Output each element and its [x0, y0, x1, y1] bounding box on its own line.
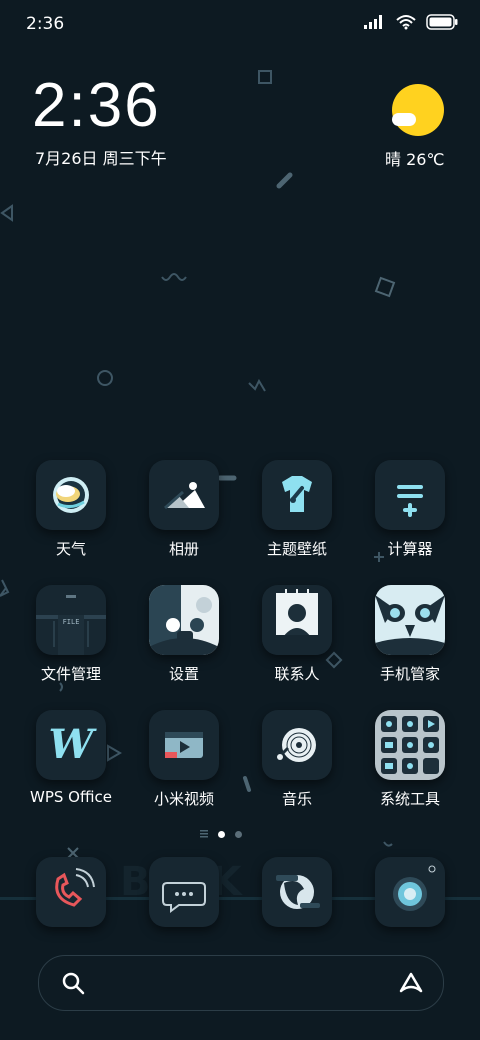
- status-time: 2:36: [26, 14, 65, 34]
- app-system-tools[interactable]: 系统工具: [355, 710, 465, 809]
- app-label-file-manager: 文件管理: [40, 665, 101, 683]
- signal-icon: [364, 15, 382, 29]
- app-label-wps: WPS Office: [30, 788, 112, 806]
- app-music[interactable]: 音乐: [242, 710, 352, 809]
- weather-app-icon: [36, 460, 106, 530]
- app-label-security: 手机管家: [379, 665, 440, 683]
- settings-app-icon: [149, 585, 219, 655]
- app-calculator[interactable]: 计算器: [355, 460, 465, 559]
- calculator-app-icon: [375, 460, 445, 530]
- dock-phone[interactable]: [36, 857, 106, 927]
- dock-browser[interactable]: [262, 857, 332, 927]
- page-dot[interactable]: [235, 830, 242, 838]
- security-app-icon: [375, 585, 445, 655]
- app-mi-video[interactable]: 小米视频: [129, 710, 239, 809]
- themes-app-icon: [262, 460, 332, 530]
- wifi-icon: [396, 15, 416, 30]
- clock-widget-time[interactable]: 2:36: [32, 70, 161, 141]
- app-label-gallery: 相册: [168, 540, 199, 558]
- phone-icon: [55, 868, 95, 907]
- app-label-contacts: 联系人: [274, 665, 320, 683]
- clock-widget-date[interactable]: 7月26日 周三下午: [35, 145, 167, 169]
- app-file-manager[interactable]: FILE 文件管理: [16, 585, 126, 684]
- dock-camera[interactable]: [375, 857, 445, 927]
- page-indicator[interactable]: [200, 830, 242, 838]
- app-wps[interactable]: W WPS Office: [16, 710, 126, 806]
- battery-icon: [426, 14, 458, 30]
- search-bar[interactable]: [38, 955, 444, 1011]
- cloud-icon: [392, 113, 416, 126]
- app-label-weather: 天气: [55, 540, 86, 558]
- app-weather[interactable]: 天气: [16, 460, 126, 559]
- app-label-mi-video: 小米视频: [153, 790, 214, 808]
- app-themes[interactable]: 主题壁纸: [242, 460, 352, 559]
- app-label-calculator: 计算器: [387, 540, 433, 558]
- sun-icon[interactable]: [392, 84, 444, 136]
- app-label-settings: 设置: [168, 665, 199, 683]
- app-contacts[interactable]: 联系人: [242, 585, 352, 684]
- app-label-themes: 主题壁纸: [266, 540, 327, 558]
- system-tools-folder-icon: [375, 710, 445, 780]
- wps-app-icon: W: [36, 710, 106, 780]
- app-settings[interactable]: 设置: [129, 585, 239, 684]
- wps-letter: W: [48, 721, 94, 768]
- music-app-icon: [262, 710, 332, 780]
- file-icon-text: FILE: [63, 618, 80, 626]
- app-label-system-tools: 系统工具: [379, 790, 440, 808]
- status-bar: 2:36: [0, 0, 480, 50]
- dock-messages[interactable]: [149, 857, 219, 927]
- search-icon[interactable]: [61, 971, 85, 995]
- menu-lines-icon: [200, 830, 208, 838]
- messages-icon: [162, 882, 206, 913]
- gallery-app-icon: [149, 460, 219, 530]
- app-security[interactable]: 手机管家: [355, 585, 465, 684]
- app-label-music: 音乐: [281, 790, 312, 808]
- camera-icon: [393, 865, 436, 911]
- page-dot-active[interactable]: [218, 830, 225, 838]
- browser-icon: [276, 875, 320, 909]
- assistant-icon[interactable]: [397, 971, 425, 995]
- weather-widget-text[interactable]: 晴 26℃: [385, 146, 444, 170]
- mi-video-app-icon: [149, 710, 219, 780]
- app-gallery[interactable]: 相册: [129, 460, 239, 559]
- status-icons: [364, 14, 458, 30]
- file-manager-app-icon: FILE: [36, 585, 106, 655]
- contacts-app-icon: [262, 585, 332, 655]
